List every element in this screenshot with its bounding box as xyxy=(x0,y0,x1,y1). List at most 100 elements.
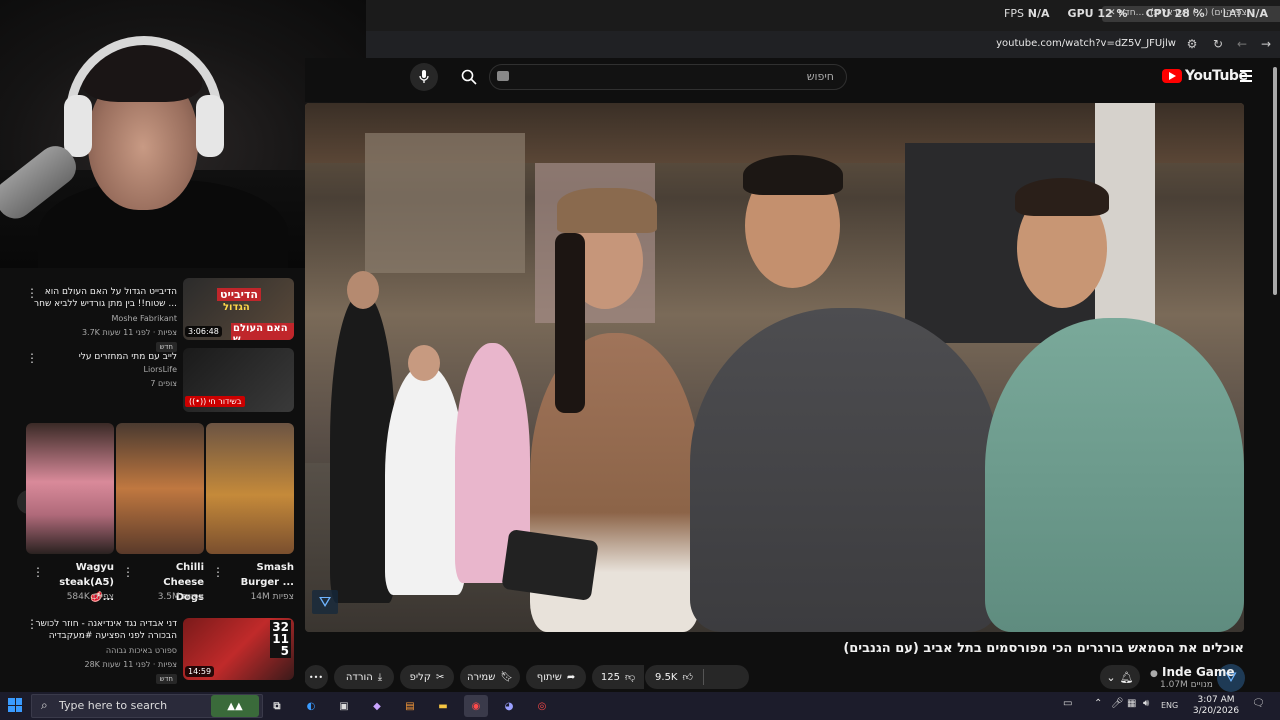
like-count: 9.5K xyxy=(655,671,678,683)
thumbs-down-icon: 👎︎ xyxy=(624,672,636,683)
copilot-icon[interactable]: ◆ xyxy=(365,695,389,717)
rec-thumbnail[interactable]: הדיבייט הגדול האם העולם ש 3:06:48 xyxy=(183,278,294,340)
like-button[interactable]: 9.5K 👍︎ xyxy=(645,665,703,689)
task-view-icon[interactable]: ⧉ xyxy=(265,695,289,717)
channel-name-text: Inde Game xyxy=(1162,665,1235,679)
short-thumbnail[interactable] xyxy=(116,423,204,554)
more-options-icon[interactable]: ⋮ xyxy=(32,566,44,578)
thumb-text: הגדול xyxy=(223,302,250,313)
bell-icon: 🔔︎ xyxy=(1119,670,1134,684)
list-item[interactable]: ⋮ דני אבדיה נגד אינדיאנה - חוזר לכושר הב… xyxy=(0,616,305,686)
microphone-icon xyxy=(419,70,429,83)
search-icon: ⌕ xyxy=(41,698,48,712)
obs-icon[interactable]: ◎ xyxy=(530,695,554,717)
share-label: שיתוף xyxy=(536,671,562,683)
youtube-play-icon xyxy=(1162,69,1182,83)
duration-badge: 3:06:48 xyxy=(185,326,222,337)
person-host-center xyxy=(690,308,1000,632)
download-button[interactable]: הורדה ⤓ xyxy=(334,665,394,689)
short-views: 3.5M צפיות xyxy=(157,592,204,602)
score-value: 5 xyxy=(280,644,289,658)
thumbs-up-icon: 👍︎ xyxy=(682,672,693,683)
dislike-count: 125 xyxy=(600,671,620,683)
scissors-icon: ✂ xyxy=(435,671,445,683)
save-label: שמירה xyxy=(467,671,496,683)
bookmark-icon: 🔖︎ xyxy=(500,671,513,683)
site-settings-icon[interactable]: ⚙ xyxy=(1184,36,1200,52)
channel-name[interactable]: ● Inde Game xyxy=(1150,665,1235,679)
discord-icon[interactable]: ◕ xyxy=(497,695,521,717)
clock-time: 3:07 AM xyxy=(1197,695,1235,705)
list-item[interactable]: ⋮ הדיבייט הגדול על האם העולם הוא שטוח!! … xyxy=(0,276,305,352)
subscriber-count: 1.07M מנויים xyxy=(1160,680,1213,690)
microphone-icon[interactable]: 🎤︎ xyxy=(1111,698,1124,709)
gpu-usage: GPU 12 % xyxy=(1067,7,1128,20)
youtube-logo[interactable]: YouTube xyxy=(1162,68,1248,84)
network-icon[interactable]: ▦ xyxy=(1127,698,1136,709)
video-title: אוכלים את הסמאש בורגרים הכי מפורסמים בתל… xyxy=(843,641,1244,656)
more-options-icon[interactable]: ⋮ xyxy=(212,566,224,578)
rec-meta: 28K צפיות · לפני 11 שעות xyxy=(84,660,178,669)
short-thumbnail[interactable] xyxy=(26,423,114,554)
rec-meta: 3.7K צפיות · לפני 11 שעות xyxy=(81,328,177,337)
search-input[interactable]: חיפוש xyxy=(489,64,847,90)
cpu-usage: CPU 28 % xyxy=(1145,7,1205,20)
short-thumbnail[interactable] xyxy=(206,423,294,554)
fps-value: N/A xyxy=(1027,7,1050,20)
chevron-down-icon: ⌄ xyxy=(1106,670,1116,684)
windows-start-icon[interactable] xyxy=(8,698,22,712)
more-options-icon[interactable]: ⋮ xyxy=(122,566,134,578)
forward-icon[interactable]: → xyxy=(1258,36,1274,52)
notification-bell-button[interactable]: ⌄ 🔔︎ xyxy=(1100,665,1140,689)
rec-thumbnail[interactable]: 32 11 5 14:59 xyxy=(183,618,294,680)
voice-search-button[interactable] xyxy=(410,63,438,91)
file-explorer-icon[interactable]: ▬ xyxy=(431,695,455,717)
clip-label: קליפ xyxy=(409,671,431,683)
rec-thumbnail[interactable]: ((•)) בשידור חי xyxy=(183,348,294,412)
person-host-right xyxy=(985,318,1244,632)
address-bar[interactable]: youtube.com/watch?v=dZ5V_JFUjlw xyxy=(996,38,1176,49)
notifications-icon[interactable]: 🗨︎ xyxy=(1252,698,1265,709)
more-actions-button[interactable]: ••• xyxy=(304,665,328,689)
more-icon: ••• xyxy=(308,672,324,682)
keyboard-icon[interactable] xyxy=(497,71,509,81)
reload-icon[interactable]: ↻ xyxy=(1210,36,1226,52)
pen-icon[interactable]: ▭ xyxy=(1063,698,1072,709)
download-icon: ⤓ xyxy=(377,671,383,683)
short-title[interactable]: Smash Burger ... xyxy=(226,560,294,590)
verified-icon: ● xyxy=(1150,669,1158,679)
rec-meta: 7 צופים xyxy=(150,379,177,388)
rec-title: לייב עם מתי המחזרים עלי xyxy=(78,352,177,362)
share-button[interactable]: שיתוף ➦ xyxy=(526,665,586,689)
performance-overlay: ✕ צפייה(ים) (...) (ישראלית): ...חדש... F… xyxy=(366,0,1280,31)
new-badge: חדש xyxy=(155,674,177,684)
save-button[interactable]: שמירה 🔖︎ xyxy=(460,665,520,689)
language-indicator[interactable]: ENG xyxy=(1161,701,1178,710)
short-views: 14M צפיות xyxy=(250,592,294,602)
clip-button[interactable]: קליפ ✂ xyxy=(400,665,454,689)
phone xyxy=(501,529,599,601)
search-highlight-icon[interactable]: ▲▲ xyxy=(211,695,259,717)
thumb-text: האם העולם ש xyxy=(231,323,294,340)
rec-channel: LiorsLife xyxy=(143,365,177,374)
chrome-icon[interactable]: ◉ xyxy=(464,695,488,717)
chevron-up-icon[interactable]: ⌃ xyxy=(1094,698,1102,709)
search-button[interactable] xyxy=(451,64,487,90)
video-player[interactable] xyxy=(305,103,1244,632)
office-icon[interactable]: ▤ xyxy=(398,695,422,717)
lat-value: N/A xyxy=(1246,7,1268,20)
search-icon xyxy=(461,69,477,85)
basket-icon[interactable]: ⛛ xyxy=(312,590,338,614)
back-icon[interactable]: ← xyxy=(1234,36,1250,52)
volume-icon[interactable]: 🔊︎ xyxy=(1143,698,1149,709)
edge-icon[interactable]: ◐ xyxy=(299,695,323,717)
taskbar-search-placeholder: Type here to search xyxy=(59,699,168,712)
list-item[interactable]: ⋮ לייב עם מתי המחזרים עלי LiorsLife 7 צו… xyxy=(0,348,305,414)
live-badge: ((•)) בשידור חי xyxy=(185,396,246,407)
thumb-text: הדיבייט xyxy=(217,288,261,301)
dislike-button[interactable]: 125 👎︎ xyxy=(592,665,644,689)
store-icon[interactable]: ▣ xyxy=(332,695,356,717)
hamburger-menu-icon[interactable] xyxy=(1240,70,1252,85)
system-clock[interactable]: 3:07 AM 3/20/2026 xyxy=(1190,695,1242,717)
scrollbar-thumb[interactable] xyxy=(1273,67,1277,295)
